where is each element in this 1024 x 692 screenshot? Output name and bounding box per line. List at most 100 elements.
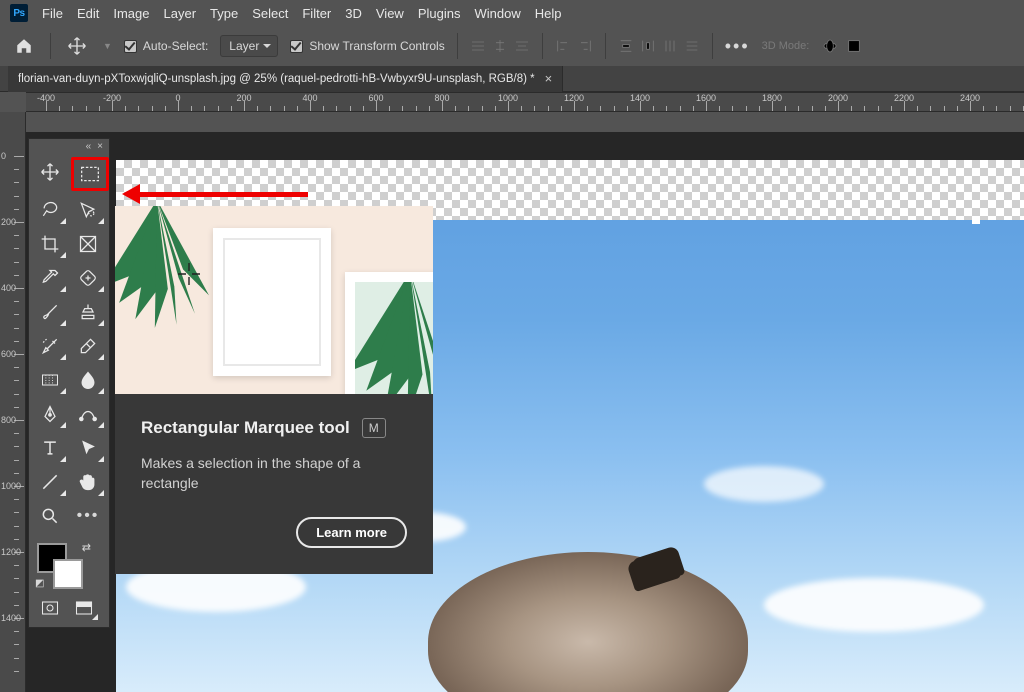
menu-filter[interactable]: Filter <box>302 6 331 21</box>
menu-layer[interactable]: Layer <box>164 6 197 21</box>
chevron-down-icon[interactable]: ▼ <box>103 41 112 51</box>
ruler-tick-label: 1200 <box>564 93 584 103</box>
app-logo: Ps <box>10 4 28 22</box>
ruler-tick-label: 1000 <box>498 93 518 103</box>
quick-mask-button[interactable] <box>35 595 65 621</box>
learn-more-button[interactable]: Learn more <box>296 517 407 548</box>
separator <box>542 33 543 59</box>
lasso-tool[interactable] <box>33 195 67 225</box>
gradient-tool[interactable] <box>33 365 67 395</box>
collapse-toolbox-icon[interactable]: « <box>86 141 92 151</box>
tooltip-shortcut: M <box>362 418 386 438</box>
show-transform-label: Show Transform Controls <box>309 39 444 53</box>
edit-toolbar-button[interactable]: ••• <box>71 501 105 531</box>
subject-head <box>428 552 748 692</box>
document-title: florian-van-duyn-pXToxwjqliQ-unsplash.jp… <box>18 73 535 85</box>
dropdown-value: Layer <box>229 39 259 53</box>
show-transform-checkbox[interactable]: Show Transform Controls <box>290 39 444 53</box>
ruler-tick-label: 1400 <box>630 93 650 103</box>
separator <box>712 33 713 59</box>
screen-mode-button[interactable] <box>69 595 99 621</box>
crop-tool[interactable] <box>33 229 67 259</box>
tool-tooltip: Rectangular Marquee tool M Makes a selec… <box>115 394 433 574</box>
ruler-tick-label: 600 <box>368 93 383 103</box>
quick-select-tool[interactable] <box>71 195 105 225</box>
home-button[interactable] <box>10 32 38 60</box>
ruler-tick-label: -400 <box>37 93 55 103</box>
close-tab-icon[interactable]: × <box>545 71 553 86</box>
ruler-tick-label: 200 <box>236 93 251 103</box>
align-group-2 <box>555 38 593 54</box>
ruler-tick-label: 0 <box>175 93 180 103</box>
auto-select-checkbox[interactable]: Auto-Select: <box>124 39 208 53</box>
ruler-tick-label: 2000 <box>828 93 848 103</box>
line-tool[interactable] <box>33 467 67 497</box>
annotation-arrow <box>112 184 308 204</box>
selection-handle[interactable] <box>972 216 980 224</box>
vertical-ruler[interactable]: 0200400600800100012001400 <box>0 112 26 692</box>
hand-tool[interactable] <box>71 467 105 497</box>
brush-tool[interactable] <box>33 297 67 327</box>
menu-help[interactable]: Help <box>535 6 562 21</box>
document-tab-bar: florian-van-duyn-pXToxwjqliQ-unsplash.jp… <box>0 66 1024 92</box>
ruler-tick-label: 800 <box>1 415 16 425</box>
auto-select-target-dropdown[interactable]: Layer <box>220 35 278 57</box>
tooltip-description: Makes a selection in the shape of a rect… <box>141 454 407 493</box>
menu-type[interactable]: Type <box>210 6 238 21</box>
ruler-tick-label: 800 <box>434 93 449 103</box>
menu-image[interactable]: Image <box>113 6 149 21</box>
move-tool[interactable] <box>33 157 67 187</box>
background-color[interactable] <box>53 559 83 589</box>
swap-colors-icon[interactable]: ⇄ <box>82 541 91 554</box>
menubar: Ps File Edit Image Layer Type Select Fil… <box>0 0 1024 26</box>
path-select-tool[interactable] <box>71 433 105 463</box>
frame-tool[interactable] <box>71 229 105 259</box>
options-bar: ▼ Auto-Select: Layer Show Transform Cont… <box>0 26 1024 66</box>
pen-tool[interactable] <box>33 399 67 429</box>
ruler-tick-label: 0 <box>1 151 6 161</box>
3d-mode-label: 3D Mode: <box>762 40 810 52</box>
ruler-tick-label: 200 <box>1 217 16 227</box>
menu-3d[interactable]: 3D <box>345 6 362 21</box>
ruler-tick-label: 1600 <box>696 93 716 103</box>
distribute-group <box>618 38 700 54</box>
menu-file[interactable]: File <box>42 6 63 21</box>
move-tool-icon[interactable] <box>63 32 91 60</box>
ruler-tick-label: 400 <box>1 283 16 293</box>
menu-select[interactable]: Select <box>252 6 288 21</box>
ruler-tick-label: 400 <box>302 93 317 103</box>
ruler-tick-label: 2400 <box>960 93 980 103</box>
document-tab[interactable]: florian-van-duyn-pXToxwjqliQ-unsplash.jp… <box>8 66 563 92</box>
tooltip-title: Rectangular Marquee tool <box>141 418 350 438</box>
rectangular-marquee-tool[interactable] <box>71 157 109 191</box>
separator <box>457 33 458 59</box>
ruler-tick-label: -200 <box>103 93 121 103</box>
spot-heal-tool[interactable] <box>71 263 105 293</box>
ruler-tick-label: 1400 <box>1 613 21 623</box>
zoom-tool[interactable] <box>33 501 67 531</box>
menu-window[interactable]: Window <box>474 6 520 21</box>
horizontal-ruler[interactable]: -400 -200 0 200 400 600 800 1000 1200 1400 1600 180… <box>26 92 1024 112</box>
eraser-tool[interactable] <box>71 331 105 361</box>
3d-mode-icons <box>821 38 863 54</box>
menu-view[interactable]: View <box>376 6 404 21</box>
menu-plugins[interactable]: Plugins <box>418 6 461 21</box>
ruler-tick-label: 1800 <box>762 93 782 103</box>
type-tool[interactable] <box>33 433 67 463</box>
blur-tool[interactable] <box>71 365 105 395</box>
separator <box>605 33 606 59</box>
auto-select-label: Auto-Select: <box>143 39 208 53</box>
default-colors-icon[interactable]: ◩ <box>35 578 44 589</box>
ruler-tick-label: 600 <box>1 349 16 359</box>
color-swatches[interactable]: ⇄ ◩ <box>35 541 97 589</box>
eyedropper-tool[interactable] <box>33 263 67 293</box>
more-options-button[interactable]: ••• <box>725 36 750 57</box>
history-brush-tool[interactable] <box>33 331 67 361</box>
close-toolbox-icon[interactable]: × <box>97 141 103 151</box>
curvature-pen-tool[interactable] <box>71 399 105 429</box>
toolbox: « × ••• ⇄ ◩ <box>28 138 110 628</box>
ruler-tick-label: 2200 <box>894 93 914 103</box>
crosshair-cursor-icon <box>176 261 202 290</box>
menu-edit[interactable]: Edit <box>77 6 99 21</box>
clone-stamp-tool[interactable] <box>71 297 105 327</box>
